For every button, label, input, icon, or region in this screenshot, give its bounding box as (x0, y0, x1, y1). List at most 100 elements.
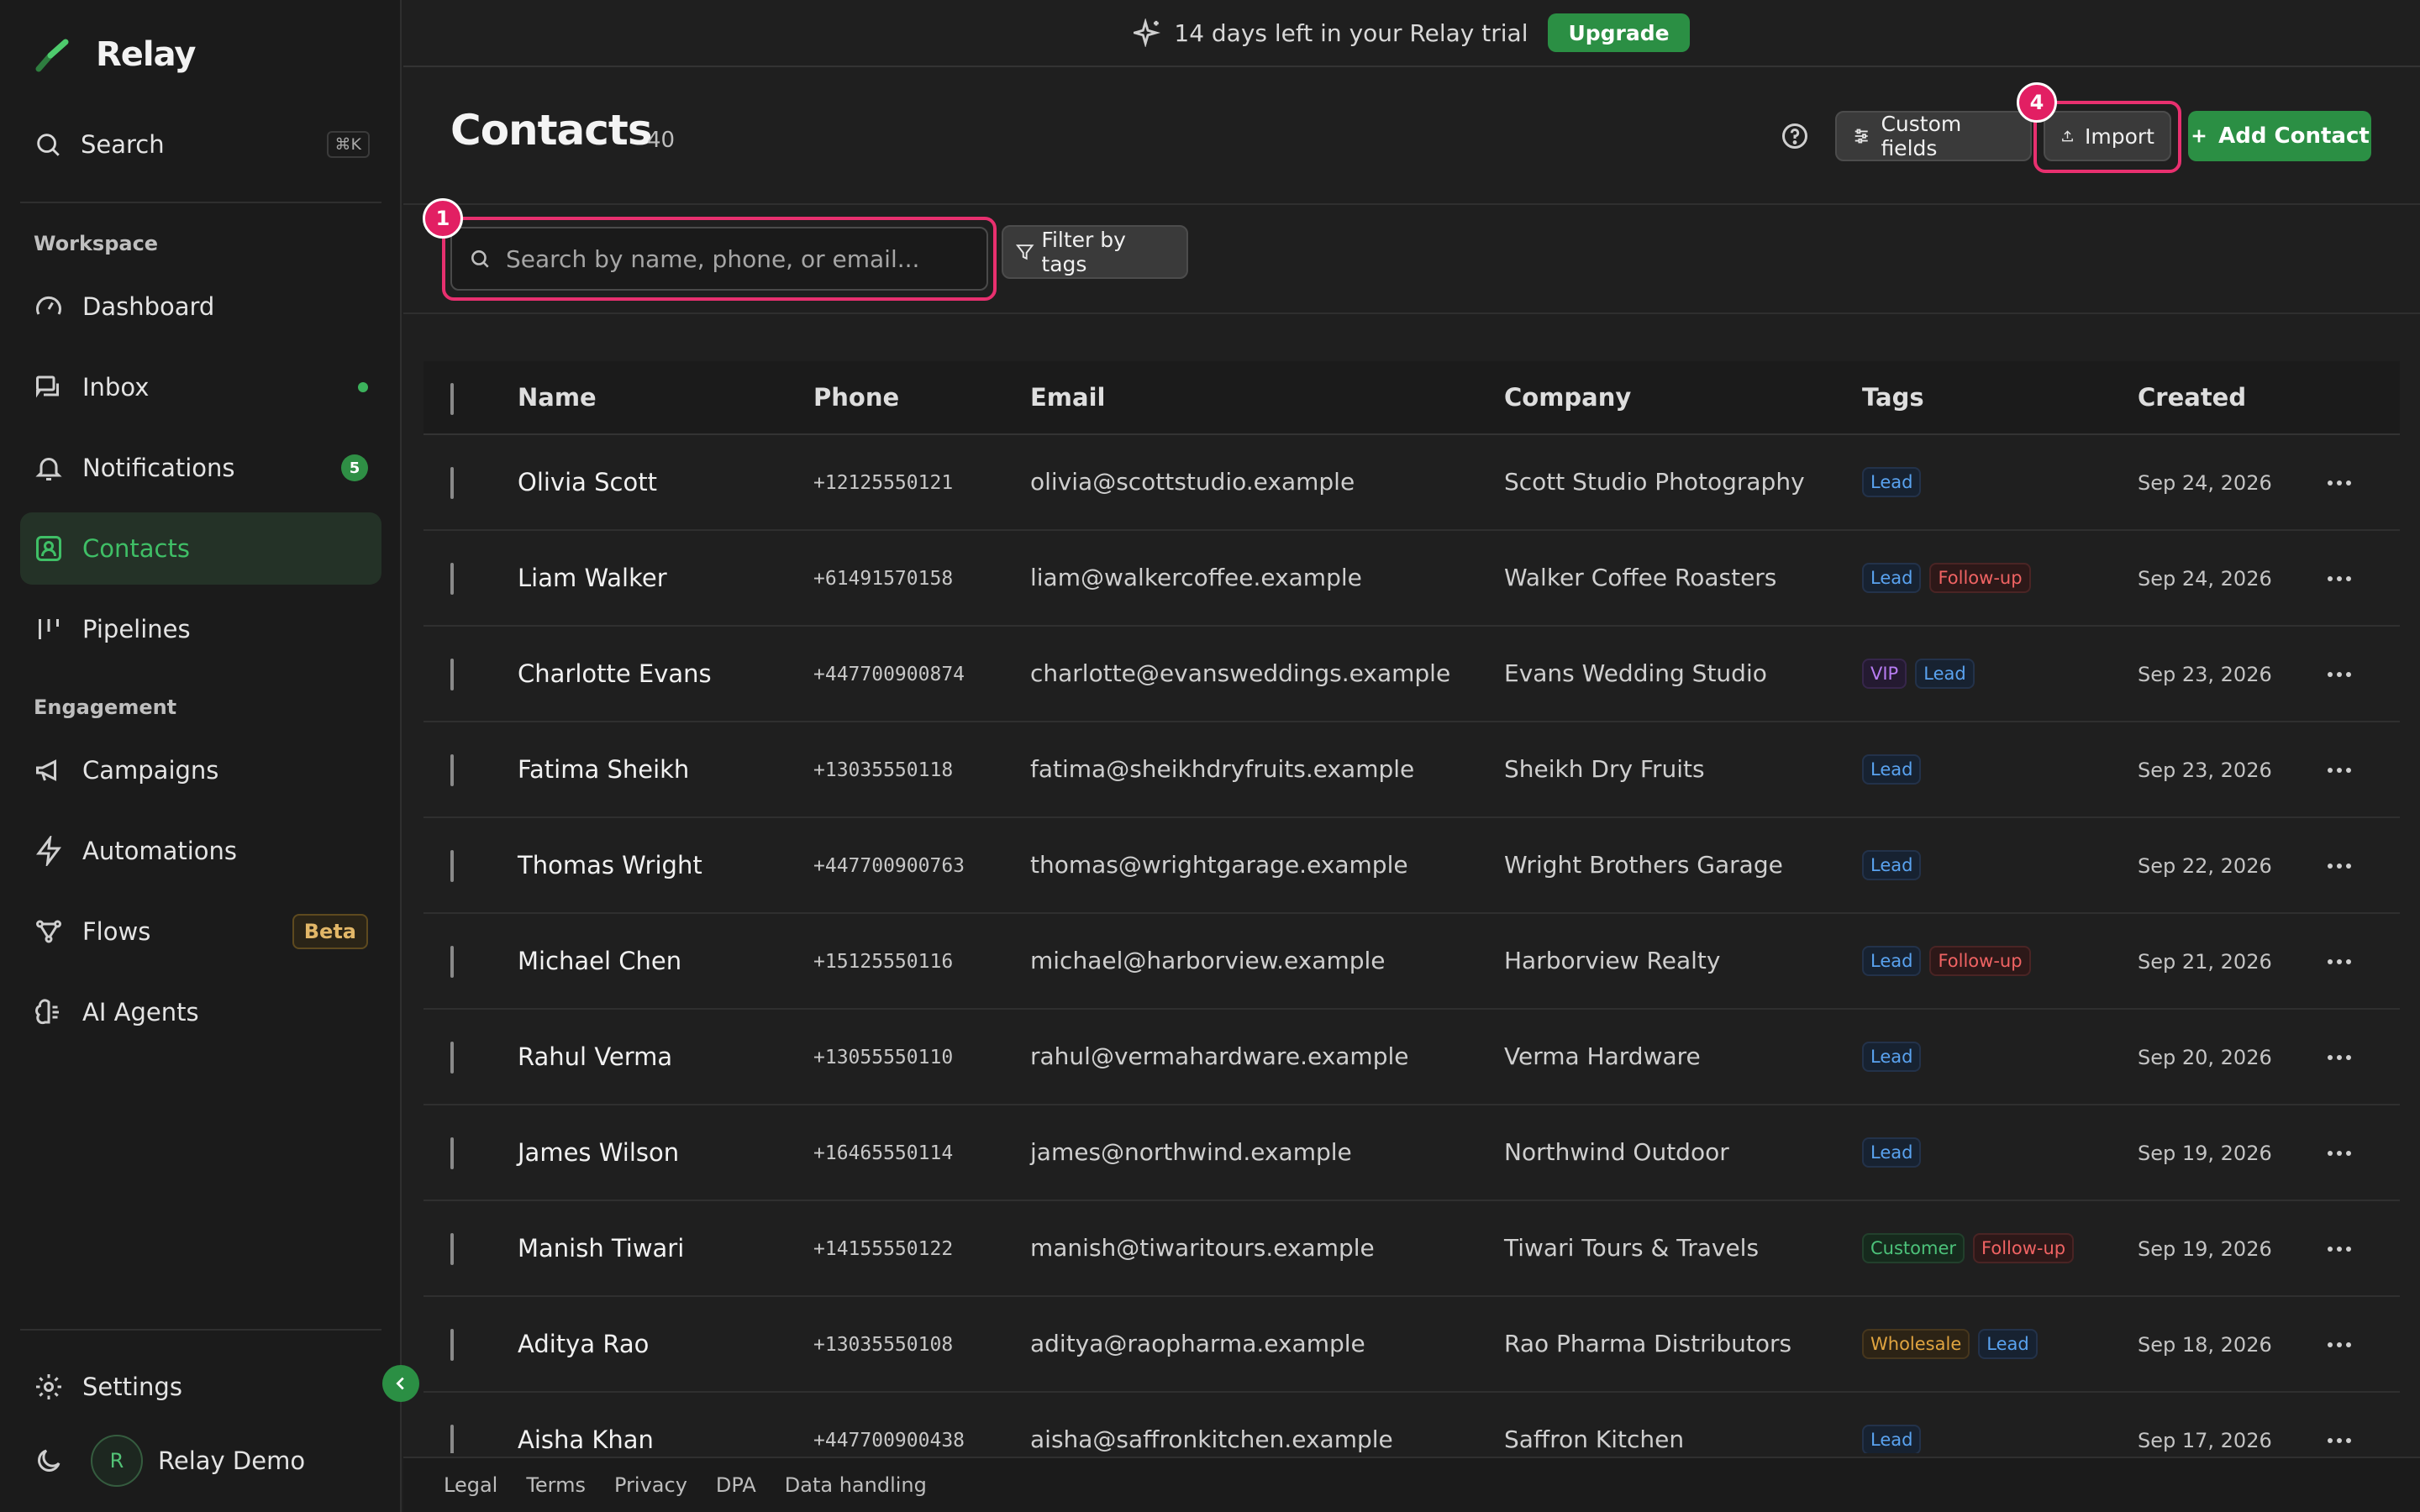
sidebar-item-label: Automations (82, 837, 238, 865)
table-row[interactable]: Manish Tiwari +14155550122 manish@tiwarito… (424, 1201, 2400, 1297)
table-header: Name Phone Email Company Tags Created (424, 361, 2400, 435)
sidebar-item-contacts[interactable]: Contacts (20, 512, 381, 585)
contact-search[interactable] (450, 227, 988, 291)
brand[interactable]: Relay (34, 35, 196, 74)
contact-name[interactable]: Rahul Verma (518, 1042, 672, 1071)
table-row[interactable]: Michael Chen +15125550116 michael@harborvi… (424, 914, 2400, 1010)
table-row[interactable]: Olivia Scott +12125550121 olivia@scottstud… (424, 435, 2400, 531)
footer-link-legal[interactable]: Legal (444, 1473, 497, 1497)
more-actions-icon[interactable] (2326, 954, 2353, 969)
upload-icon (2062, 130, 2073, 142)
more-actions-icon[interactable] (2326, 1337, 2353, 1352)
sidebar-item-pipelines[interactable]: Pipelines (20, 593, 381, 665)
column-header-name[interactable]: Name (518, 383, 597, 412)
row-checkbox[interactable] (450, 1425, 454, 1453)
contact-name[interactable]: Manish Tiwari (518, 1234, 684, 1263)
footer-link-privacy[interactable]: Privacy (614, 1473, 687, 1497)
sidebar-item-inbox[interactable]: Inbox (20, 351, 381, 423)
search-input[interactable] (506, 244, 976, 273)
sidebar-search[interactable]: Search ⌘K (34, 126, 370, 163)
row-checkbox[interactable] (450, 1137, 454, 1169)
sidebar-divider (20, 202, 381, 203)
bolt-icon (36, 836, 61, 866)
contact-company: Scott Studio Photography (1504, 468, 1805, 496)
contact-name[interactable]: Aditya Rao (518, 1330, 649, 1358)
table-row[interactable]: Aditya Rao +13035550108 aditya@raopharma.e… (424, 1297, 2400, 1393)
more-actions-icon[interactable] (2326, 571, 2353, 586)
table-row[interactable]: Charlotte Evans +447700900874 charlotte@ev… (424, 627, 2400, 722)
table-row[interactable]: Fatima Sheikh +13035550118 fatima@sheikhdr… (424, 722, 2400, 818)
row-checkbox[interactable] (450, 467, 454, 499)
table-row[interactable]: Rahul Verma +13055550110 rahul@vermahardwa… (424, 1010, 2400, 1105)
row-checkbox[interactable] (450, 563, 454, 595)
more-actions-icon[interactable] (2326, 763, 2353, 778)
contact-email: olivia@scottstudio.example (1030, 468, 1355, 496)
filter-by-tags-button[interactable]: Filter by tags (1002, 225, 1188, 279)
contact-name[interactable]: Liam Walker (518, 564, 667, 592)
custom-fields-button[interactable]: Custom fields (1835, 111, 2032, 161)
row-checkbox[interactable] (450, 754, 454, 786)
contact-email: aditya@raopharma.example (1030, 1330, 1365, 1357)
footer-link-data-handling[interactable]: Data handling (785, 1473, 927, 1497)
more-actions-icon[interactable] (2326, 858, 2353, 874)
help-icon[interactable] (1780, 121, 1810, 151)
inbox-icon (36, 375, 59, 398)
more-actions-icon[interactable] (2326, 667, 2353, 682)
row-checkbox[interactable] (450, 1329, 454, 1361)
row-checkbox[interactable] (450, 1233, 454, 1265)
column-header-email[interactable]: Email (1030, 383, 1105, 412)
notifications-count-badge: 5 (341, 454, 368, 481)
tag-badge: Follow-up (1929, 946, 2031, 976)
upgrade-button[interactable]: Upgrade (1548, 13, 1690, 52)
contact-name[interactable]: Michael Chen (518, 947, 681, 975)
table-row[interactable]: Thomas Wright +447700900763 thomas@wrightg… (424, 818, 2400, 914)
row-checkbox[interactable] (450, 850, 454, 882)
contact-name[interactable]: Fatima Sheikh (518, 755, 689, 784)
column-header-company[interactable]: Company (1504, 383, 1631, 412)
column-header-created[interactable]: Created (2138, 383, 2246, 412)
column-header-tags[interactable]: Tags (1862, 383, 1924, 412)
tag-badge: VIP (1862, 659, 1907, 689)
contact-phone: +13035550118 (813, 759, 954, 781)
select-all-checkbox[interactable] (450, 383, 454, 415)
table-row[interactable]: James Wilson +16465550114 james@northwind.… (424, 1105, 2400, 1201)
row-checkbox[interactable] (450, 659, 454, 690)
more-actions-icon[interactable] (2326, 475, 2353, 491)
sidebar-item-campaigns[interactable]: Campaigns (20, 734, 381, 806)
more-actions-icon[interactable] (2326, 1433, 2353, 1448)
sidebar-item-dashboard[interactable]: Dashboard (20, 270, 381, 343)
contacts-icon (36, 536, 61, 561)
collapse-sidebar-button[interactable] (382, 1365, 419, 1402)
footer-link-terms[interactable]: Terms (526, 1473, 586, 1497)
column-header-phone[interactable]: Phone (813, 383, 899, 412)
footer-link-dpa[interactable]: DPA (716, 1473, 756, 1497)
contact-created: Sep 21, 2026 (2138, 950, 2272, 974)
contact-name[interactable]: Charlotte Evans (518, 659, 712, 688)
sidebar-item-ai-agents[interactable]: AI Agents (20, 976, 381, 1048)
user-menu[interactable]: R Relay Demo (34, 1435, 305, 1487)
more-actions-icon[interactable] (2326, 1146, 2353, 1161)
sidebar-item-automations[interactable]: Automations (20, 815, 381, 887)
brain-icon (35, 999, 59, 1025)
more-actions-icon[interactable] (2326, 1242, 2353, 1257)
contact-name[interactable]: Thomas Wright (518, 851, 702, 879)
moon-icon[interactable] (34, 1446, 64, 1476)
row-checkbox[interactable] (450, 946, 454, 978)
contact-email: michael@harborview.example (1030, 947, 1386, 974)
table-row[interactable]: Aisha Khan +447700900438 aisha@saffronkitc… (424, 1393, 2400, 1453)
contact-name[interactable]: Aisha Khan (518, 1425, 654, 1453)
import-button[interactable]: Import (2044, 111, 2171, 161)
contact-name[interactable]: Olivia Scott (518, 468, 657, 496)
contact-name[interactable]: James Wilson (518, 1138, 679, 1167)
contact-phone: +447700900438 (813, 1430, 965, 1452)
sidebar-item-label: Pipelines (82, 615, 191, 643)
sidebar-item-notifications[interactable]: Notifications 5 (20, 432, 381, 504)
sidebar-item-flows[interactable]: Flows Beta (20, 895, 381, 968)
contact-created: Sep 17, 2026 (2138, 1429, 2272, 1452)
contact-email: rahul@vermahardware.example (1030, 1042, 1409, 1070)
add-contact-button[interactable]: Add Contact (2188, 111, 2371, 161)
row-checkbox[interactable] (450, 1042, 454, 1074)
more-actions-icon[interactable] (2326, 1050, 2353, 1065)
table-row[interactable]: Liam Walker +61491570158 liam@walkercoffee… (424, 531, 2400, 627)
sidebar-item-settings[interactable]: Settings (20, 1351, 381, 1423)
